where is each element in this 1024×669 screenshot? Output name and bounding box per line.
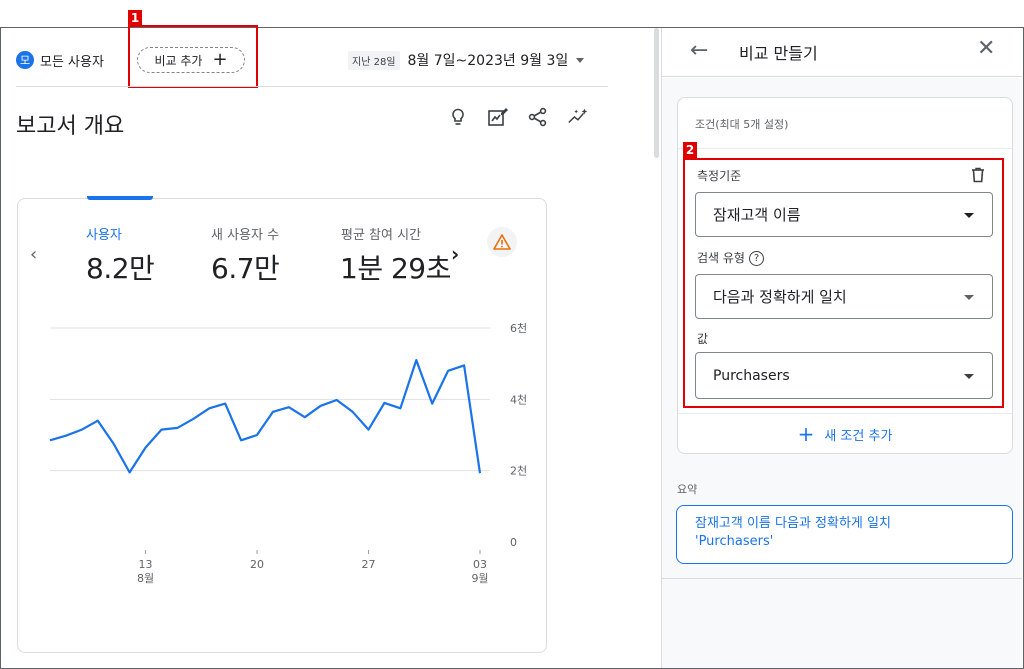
- summary-divider: [662, 578, 1022, 579]
- warning-icon: [493, 234, 511, 250]
- metric-value-users: 8.2만: [86, 252, 155, 285]
- y-tick-label: 6천: [510, 321, 527, 335]
- metric-label-new-users[interactable]: 새 사용자 수: [211, 224, 279, 243]
- metric-value-clip: 1분 29초: [340, 244, 452, 284]
- summary-label: 요약: [677, 483, 698, 496]
- metric-value-engagement-time: 1분 29초: [340, 252, 451, 284]
- segment-badge: 모: [16, 51, 34, 69]
- metric-value-new-users: 6.7만: [211, 252, 280, 285]
- share-icon[interactable]: [527, 106, 549, 128]
- summary-line-1: 잠재고객 이름 다음과 정확하게 일치: [695, 516, 891, 531]
- insights-icon[interactable]: [567, 106, 589, 128]
- conditions-divider: [678, 148, 1012, 149]
- chart-y-axis: 6천 4천 2천 0: [510, 321, 527, 549]
- x-tick-label: 13: [139, 558, 153, 571]
- page-title: 보고서 개요: [16, 114, 125, 139]
- y-tick-label: 4천: [510, 392, 527, 406]
- add-condition-label: 새 조건 추가: [824, 428, 893, 444]
- plus-icon: +: [797, 422, 815, 446]
- edit-report-icon[interactable]: [487, 106, 509, 128]
- summary-line-2: 'Purchasers': [695, 534, 774, 549]
- summary-box: 잠재고객 이름 다음과 정확하게 일치 'Purchasers': [676, 505, 1013, 564]
- date-range-text: 8월 7일~2023년 9월 3일: [407, 53, 569, 69]
- panel-title: 비교 만들기: [739, 44, 818, 63]
- report-toolbar: [447, 106, 589, 128]
- close-icon[interactable]: ✕: [977, 36, 995, 61]
- date-range-picker[interactable]: 지난 28일 8월 7일~2023년 9월 3일: [348, 50, 585, 70]
- segment-chip-all-users[interactable]: 모 모든 사용자: [16, 48, 104, 72]
- chevron-down-icon: [576, 57, 585, 63]
- date-period-chip: 지난 28일: [348, 50, 400, 70]
- scrollbar-thumb[interactable]: [654, 28, 659, 158]
- comparison-panel-header: [662, 28, 1022, 77]
- next-metric-button[interactable]: ›: [451, 242, 459, 266]
- active-metric-indicator: [87, 196, 153, 200]
- users-line-chart: 6천 4천 2천 0 138월 20 27 039월: [49, 321, 527, 585]
- x-tick-month-label: 8월: [137, 572, 154, 585]
- highlight-tag-2: 2: [683, 142, 697, 158]
- highlight-box-1: [128, 25, 258, 88]
- chart-x-axis: 138월 20 27 039월: [137, 550, 489, 585]
- prev-metric-button[interactable]: ‹: [30, 244, 37, 265]
- y-tick-label: 2천: [510, 464, 527, 478]
- header-divider: [16, 86, 608, 87]
- x-tick-month-label: 9월: [471, 572, 488, 585]
- conditions-title: 조건(최대 5개 설정): [695, 118, 789, 131]
- highlight-tag-1: 1: [128, 10, 142, 26]
- metric-label-users[interactable]: 사용자: [86, 224, 122, 243]
- scrollbar[interactable]: [652, 28, 661, 158]
- lightbulb-icon[interactable]: [447, 106, 469, 128]
- back-arrow-icon[interactable]: ←: [690, 38, 708, 63]
- x-tick-label: 03: [473, 558, 487, 571]
- warning-button[interactable]: [487, 227, 517, 257]
- x-tick-label: 20: [250, 558, 264, 571]
- add-condition-button[interactable]: + 새 조건 추가: [677, 414, 1013, 454]
- y-tick-label: 0: [510, 536, 517, 549]
- segment-label: 모든 사용자: [40, 54, 104, 70]
- highlight-box-2: [683, 158, 1004, 408]
- metric-label-engagement-time[interactable]: 평균 참여 시간: [341, 224, 421, 243]
- x-tick-label: 27: [362, 558, 376, 571]
- users-series-line: [49, 359, 482, 474]
